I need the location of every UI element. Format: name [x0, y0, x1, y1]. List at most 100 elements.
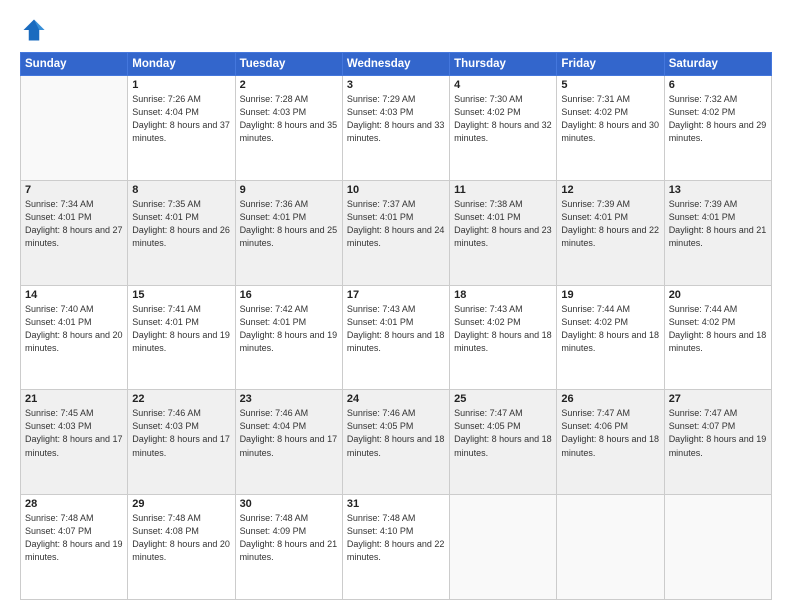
day-number: 2: [240, 79, 338, 91]
day-info: Sunrise: 7:48 AMSunset: 4:08 PMDaylight:…: [132, 513, 230, 562]
logo: [20, 16, 52, 44]
calendar-cell: 26 Sunrise: 7:47 AMSunset: 4:06 PMDaylig…: [557, 390, 664, 495]
day-info: Sunrise: 7:45 AMSunset: 4:03 PMDaylight:…: [25, 408, 123, 457]
calendar-cell: 5 Sunrise: 7:31 AMSunset: 4:02 PMDayligh…: [557, 76, 664, 181]
day-number: 3: [347, 79, 445, 91]
calendar-cell: 8 Sunrise: 7:35 AMSunset: 4:01 PMDayligh…: [128, 180, 235, 285]
day-of-week-header: Tuesday: [235, 53, 342, 76]
day-info: Sunrise: 7:28 AMSunset: 4:03 PMDaylight:…: [240, 94, 338, 143]
page: SundayMondayTuesdayWednesdayThursdayFrid…: [0, 0, 792, 612]
calendar-cell: 9 Sunrise: 7:36 AMSunset: 4:01 PMDayligh…: [235, 180, 342, 285]
day-info: Sunrise: 7:47 AMSunset: 4:07 PMDaylight:…: [669, 408, 767, 457]
day-of-week-header: Wednesday: [342, 53, 449, 76]
day-info: Sunrise: 7:44 AMSunset: 4:02 PMDaylight:…: [669, 304, 767, 353]
day-info: Sunrise: 7:32 AMSunset: 4:02 PMDaylight:…: [669, 94, 767, 143]
calendar-week-row: 7 Sunrise: 7:34 AMSunset: 4:01 PMDayligh…: [21, 180, 772, 285]
calendar-cell: [557, 495, 664, 600]
calendar-cell: 12 Sunrise: 7:39 AMSunset: 4:01 PMDaylig…: [557, 180, 664, 285]
day-info: Sunrise: 7:39 AMSunset: 4:01 PMDaylight:…: [669, 199, 767, 248]
calendar-cell: 28 Sunrise: 7:48 AMSunset: 4:07 PMDaylig…: [21, 495, 128, 600]
day-number: 28: [25, 498, 123, 510]
calendar-cell: 27 Sunrise: 7:47 AMSunset: 4:07 PMDaylig…: [664, 390, 771, 495]
calendar-cell: 23 Sunrise: 7:46 AMSunset: 4:04 PMDaylig…: [235, 390, 342, 495]
calendar-cell: 19 Sunrise: 7:44 AMSunset: 4:02 PMDaylig…: [557, 285, 664, 390]
day-info: Sunrise: 7:39 AMSunset: 4:01 PMDaylight:…: [561, 199, 659, 248]
day-info: Sunrise: 7:48 AMSunset: 4:07 PMDaylight:…: [25, 513, 123, 562]
day-number: 24: [347, 393, 445, 405]
day-of-week-header: Saturday: [664, 53, 771, 76]
day-number: 19: [561, 289, 659, 301]
day-info: Sunrise: 7:31 AMSunset: 4:02 PMDaylight:…: [561, 94, 659, 143]
day-number: 23: [240, 393, 338, 405]
day-number: 14: [25, 289, 123, 301]
calendar-cell: [21, 76, 128, 181]
day-of-week-header: Sunday: [21, 53, 128, 76]
day-of-week-header: Friday: [557, 53, 664, 76]
calendar-cell: 24 Sunrise: 7:46 AMSunset: 4:05 PMDaylig…: [342, 390, 449, 495]
day-number: 27: [669, 393, 767, 405]
calendar-week-row: 28 Sunrise: 7:48 AMSunset: 4:07 PMDaylig…: [21, 495, 772, 600]
day-number: 8: [132, 184, 230, 196]
calendar-cell: 16 Sunrise: 7:42 AMSunset: 4:01 PMDaylig…: [235, 285, 342, 390]
day-info: Sunrise: 7:48 AMSunset: 4:09 PMDaylight:…: [240, 513, 338, 562]
calendar-week-row: 21 Sunrise: 7:45 AMSunset: 4:03 PMDaylig…: [21, 390, 772, 495]
day-number: 31: [347, 498, 445, 510]
day-number: 1: [132, 79, 230, 91]
calendar-header-row: SundayMondayTuesdayWednesdayThursdayFrid…: [21, 53, 772, 76]
calendar-cell: 4 Sunrise: 7:30 AMSunset: 4:02 PMDayligh…: [450, 76, 557, 181]
calendar-cell: [450, 495, 557, 600]
day-info: Sunrise: 7:35 AMSunset: 4:01 PMDaylight:…: [132, 199, 230, 248]
day-of-week-header: Thursday: [450, 53, 557, 76]
day-info: Sunrise: 7:43 AMSunset: 4:01 PMDaylight:…: [347, 304, 445, 353]
calendar-cell: 30 Sunrise: 7:48 AMSunset: 4:09 PMDaylig…: [235, 495, 342, 600]
day-number: 13: [669, 184, 767, 196]
day-number: 9: [240, 184, 338, 196]
day-number: 30: [240, 498, 338, 510]
calendar-cell: 6 Sunrise: 7:32 AMSunset: 4:02 PMDayligh…: [664, 76, 771, 181]
day-info: Sunrise: 7:29 AMSunset: 4:03 PMDaylight:…: [347, 94, 445, 143]
calendar-cell: 25 Sunrise: 7:47 AMSunset: 4:05 PMDaylig…: [450, 390, 557, 495]
day-number: 22: [132, 393, 230, 405]
day-info: Sunrise: 7:42 AMSunset: 4:01 PMDaylight:…: [240, 304, 338, 353]
calendar-cell: 3 Sunrise: 7:29 AMSunset: 4:03 PMDayligh…: [342, 76, 449, 181]
day-number: 11: [454, 184, 552, 196]
day-info: Sunrise: 7:34 AMSunset: 4:01 PMDaylight:…: [25, 199, 123, 248]
day-of-week-header: Monday: [128, 53, 235, 76]
day-info: Sunrise: 7:30 AMSunset: 4:02 PMDaylight:…: [454, 94, 552, 143]
day-number: 16: [240, 289, 338, 301]
day-number: 6: [669, 79, 767, 91]
calendar-cell: 10 Sunrise: 7:37 AMSunset: 4:01 PMDaylig…: [342, 180, 449, 285]
calendar-cell: [664, 495, 771, 600]
day-number: 21: [25, 393, 123, 405]
day-info: Sunrise: 7:38 AMSunset: 4:01 PMDaylight:…: [454, 199, 552, 248]
logo-icon: [20, 16, 48, 44]
calendar-cell: 14 Sunrise: 7:40 AMSunset: 4:01 PMDaylig…: [21, 285, 128, 390]
day-info: Sunrise: 7:46 AMSunset: 4:03 PMDaylight:…: [132, 408, 230, 457]
day-number: 5: [561, 79, 659, 91]
calendar-week-row: 1 Sunrise: 7:26 AMSunset: 4:04 PMDayligh…: [21, 76, 772, 181]
calendar-cell: 18 Sunrise: 7:43 AMSunset: 4:02 PMDaylig…: [450, 285, 557, 390]
day-info: Sunrise: 7:44 AMSunset: 4:02 PMDaylight:…: [561, 304, 659, 353]
calendar-cell: 17 Sunrise: 7:43 AMSunset: 4:01 PMDaylig…: [342, 285, 449, 390]
day-number: 15: [132, 289, 230, 301]
calendar-cell: 31 Sunrise: 7:48 AMSunset: 4:10 PMDaylig…: [342, 495, 449, 600]
day-info: Sunrise: 7:26 AMSunset: 4:04 PMDaylight:…: [132, 94, 230, 143]
day-number: 10: [347, 184, 445, 196]
day-info: Sunrise: 7:47 AMSunset: 4:05 PMDaylight:…: [454, 408, 552, 457]
day-number: 4: [454, 79, 552, 91]
day-info: Sunrise: 7:46 AMSunset: 4:04 PMDaylight:…: [240, 408, 338, 457]
calendar-cell: 20 Sunrise: 7:44 AMSunset: 4:02 PMDaylig…: [664, 285, 771, 390]
calendar-cell: 11 Sunrise: 7:38 AMSunset: 4:01 PMDaylig…: [450, 180, 557, 285]
calendar-cell: 21 Sunrise: 7:45 AMSunset: 4:03 PMDaylig…: [21, 390, 128, 495]
day-number: 20: [669, 289, 767, 301]
day-info: Sunrise: 7:43 AMSunset: 4:02 PMDaylight:…: [454, 304, 552, 353]
day-info: Sunrise: 7:40 AMSunset: 4:01 PMDaylight:…: [25, 304, 123, 353]
calendar-cell: 2 Sunrise: 7:28 AMSunset: 4:03 PMDayligh…: [235, 76, 342, 181]
day-info: Sunrise: 7:41 AMSunset: 4:01 PMDaylight:…: [132, 304, 230, 353]
day-number: 12: [561, 184, 659, 196]
calendar-cell: 7 Sunrise: 7:34 AMSunset: 4:01 PMDayligh…: [21, 180, 128, 285]
day-info: Sunrise: 7:36 AMSunset: 4:01 PMDaylight:…: [240, 199, 338, 248]
calendar-cell: 1 Sunrise: 7:26 AMSunset: 4:04 PMDayligh…: [128, 76, 235, 181]
day-number: 18: [454, 289, 552, 301]
day-number: 29: [132, 498, 230, 510]
